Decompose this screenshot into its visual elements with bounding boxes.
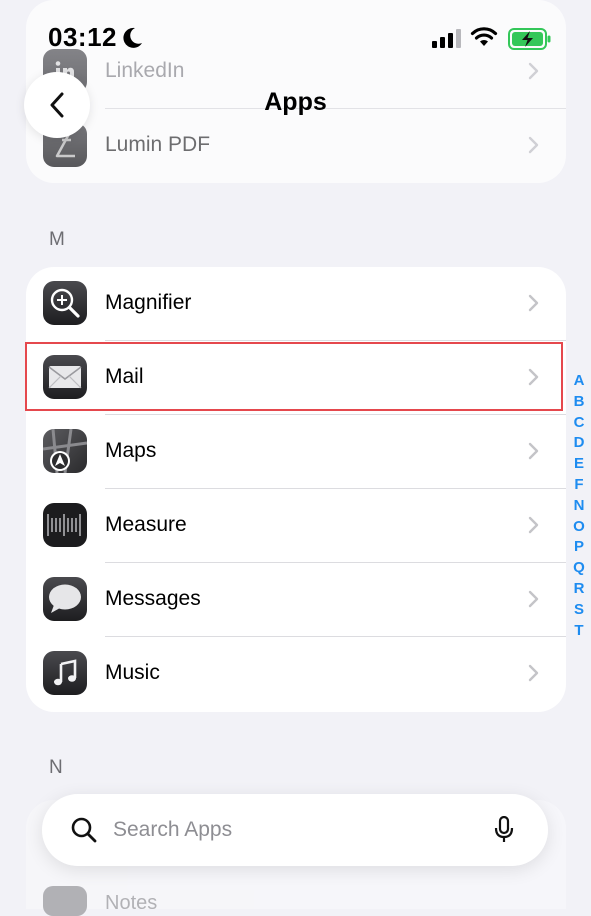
section-m-card: Magnifier Mail Maps Measure Messages Mus… — [26, 267, 566, 712]
search-input[interactable]: Search Apps — [113, 818, 232, 842]
index-letter-d[interactable]: D — [569, 433, 589, 454]
chevron-right-icon — [528, 664, 539, 682]
index-letter-o[interactable]: O — [569, 517, 589, 538]
section-header-n: N — [49, 757, 63, 778]
measure-icon — [43, 503, 87, 547]
battery-charging-icon — [508, 28, 551, 50]
list-item-maps[interactable]: Maps — [26, 415, 566, 489]
maps-icon — [43, 429, 87, 473]
index-letter-q[interactable]: Q — [569, 558, 589, 579]
magnifier-icon — [43, 281, 87, 325]
list-item-measure[interactable]: Measure — [26, 489, 566, 563]
index-letter-s[interactable]: S — [569, 600, 589, 621]
index-letter-b[interactable]: B — [569, 392, 589, 413]
search-bar[interactable]: Search Apps — [42, 794, 548, 866]
index-letter-e[interactable]: E — [569, 454, 589, 475]
list-item-music[interactable]: Music — [26, 637, 566, 711]
index-letter-f[interactable]: F — [569, 475, 589, 496]
list-item-label: Notes — [105, 892, 158, 914]
list-item-messages[interactable]: Messages — [26, 563, 566, 637]
status-bar: 03:12 — [0, 0, 591, 70]
chevron-right-icon — [528, 294, 539, 312]
status-time: 03:12 — [48, 22, 117, 52]
music-icon — [43, 651, 87, 695]
index-letter-n[interactable]: N — [569, 496, 589, 517]
list-item-label: Lumin PDF — [105, 133, 211, 156]
list-item-lumin-pdf[interactable]: Lumin PDF — [26, 109, 566, 183]
list-item-label: Magnifier — [105, 291, 192, 314]
index-letter-a[interactable]: A — [569, 371, 589, 392]
index-letter-p[interactable]: P — [569, 537, 589, 558]
list-item-label: Measure — [105, 513, 187, 536]
list-item-label: Maps — [105, 439, 157, 462]
list-item-magnifier[interactable]: Magnifier — [26, 267, 566, 341]
moon-icon — [123, 27, 142, 48]
index-letter-t[interactable]: T — [569, 621, 589, 642]
chevron-right-icon — [528, 442, 539, 460]
list-item-label: Messages — [105, 587, 201, 610]
list-item-label: Music — [105, 661, 160, 684]
notes-icon — [43, 886, 87, 916]
selection-highlight — [25, 342, 563, 411]
index-letter-c[interactable]: C — [569, 413, 589, 434]
search-icon — [71, 817, 97, 843]
chevron-right-icon — [528, 516, 539, 534]
chevron-right-icon — [528, 590, 539, 608]
cellular-signal-icon — [432, 29, 461, 48]
wifi-icon — [470, 27, 498, 46]
microphone-icon[interactable] — [494, 816, 514, 844]
chevron-right-icon — [528, 136, 539, 154]
alphabet-index[interactable]: ABCDEFNOPQRST — [569, 371, 589, 641]
section-header-m: M — [49, 229, 65, 250]
page-title: Apps — [264, 88, 327, 116]
messages-icon — [43, 577, 87, 621]
index-letter-r[interactable]: R — [569, 579, 589, 600]
